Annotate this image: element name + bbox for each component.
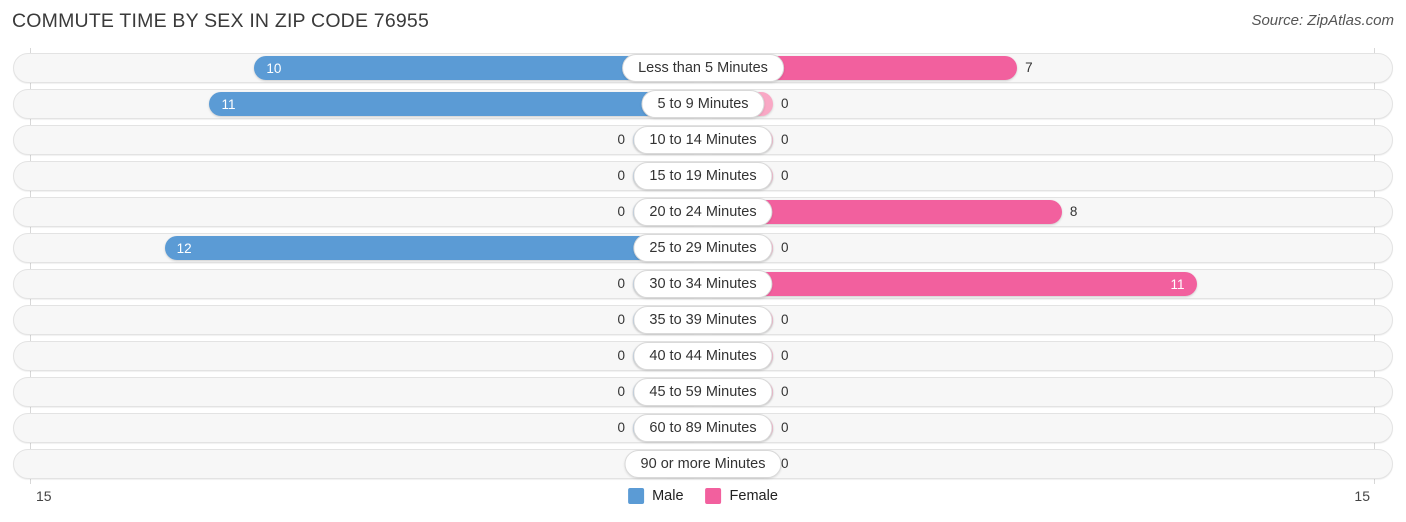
bar-value-female: 0 (781, 168, 789, 183)
bar-value-female: 0 (781, 132, 789, 147)
bar-value-male: 0 (617, 384, 625, 399)
bar-row[interactable]: 0 0 60 to 89 Minutes (13, 413, 1393, 443)
chart-page: COMMUTE TIME BY SEX IN ZIP CODE 76955 So… (0, 0, 1406, 522)
axis-tick-left: 15 (36, 488, 52, 504)
bar-value-female: 7 (1025, 60, 1033, 75)
chart-plot-area: 10 7 Less than 5 Minutes 11 0 5 to 9 Minutes 0… (0, 48, 1406, 484)
bar-value-male: 0 (617, 276, 625, 291)
bar-row[interactable]: 0 0 40 to 44 Minutes (13, 341, 1393, 371)
bar-row[interactable]: 0 0 10 to 14 Minutes (13, 125, 1393, 155)
legend-swatch-female-icon (705, 488, 722, 504)
bar-value-female: 0 (781, 420, 789, 435)
category-label: 45 to 59 Minutes (633, 378, 773, 406)
bar-row[interactable]: 1090 or more Minutes (13, 449, 1393, 479)
bar-value-female: 0 (781, 240, 789, 255)
bar-value-female: 0 (781, 384, 789, 399)
category-label: Less than 5 Minutes (622, 54, 784, 82)
bar-value-male: 0 (617, 168, 625, 183)
bar-value-female: 0 (781, 348, 789, 363)
category-label: 15 to 19 Minutes (633, 162, 773, 190)
axis-tick-right: 15 (1354, 488, 1370, 504)
legend-label-female: Female (729, 488, 778, 504)
bar-row[interactable]: 10 7 Less than 5 Minutes (13, 53, 1393, 83)
bar-male[interactable]: 12 (164, 236, 703, 260)
bar-row[interactable]: 0 8 20 to 24 Minutes (13, 197, 1393, 227)
category-label: 40 to 44 Minutes (633, 342, 773, 370)
chart-legend: Male Female (628, 488, 778, 504)
bar-value-male: 0 (617, 204, 625, 219)
category-label: 25 to 29 Minutes (633, 234, 773, 262)
legend-swatch-male-icon (628, 488, 645, 504)
legend-item-female[interactable]: Female (705, 488, 778, 504)
category-label: 90 or more Minutes (624, 450, 782, 478)
bar-row[interactable]: 0 0 45 to 59 Minutes (13, 377, 1393, 407)
bar-row[interactable]: 0 0 15 to 19 Minutes (13, 161, 1393, 191)
bar-value-male: 10 (266, 60, 282, 76)
category-label: 30 to 34 Minutes (633, 270, 773, 298)
category-label: 60 to 89 Minutes (633, 414, 773, 442)
category-label: 10 to 14 Minutes (633, 126, 773, 154)
bar-female[interactable]: 11 (703, 272, 1197, 296)
bar-row[interactable]: 0 0 35 to 39 Minutes (13, 305, 1393, 335)
bar-male[interactable]: 11 (209, 92, 703, 116)
source-attribution: Source: ZipAtlas.com (1251, 12, 1394, 29)
bar-value-female: 11 (1170, 276, 1185, 292)
page-title: COMMUTE TIME BY SEX IN ZIP CODE 76955 (12, 10, 430, 32)
category-label: 20 to 24 Minutes (633, 198, 773, 226)
bar-row[interactable]: 0 11 30 to 34 Minutes (13, 269, 1393, 299)
category-label: 35 to 39 Minutes (633, 306, 773, 334)
bar-value-female: 0 (781, 456, 789, 471)
bar-row[interactable]: 11 0 5 to 9 Minutes (13, 89, 1393, 119)
bar-value-male: 0 (617, 312, 625, 327)
bar-value-male: 11 (221, 96, 236, 112)
bar-value-male: 0 (617, 132, 625, 147)
legend-label-male: Male (652, 488, 684, 504)
bar-value-female: 0 (781, 312, 789, 327)
category-label: 5 to 9 Minutes (641, 90, 765, 118)
chart-footer: 15 15 Male Female (0, 484, 1406, 522)
bar-value-female: 0 (781, 96, 789, 111)
bar-value-male: 0 (617, 420, 625, 435)
bar-value-male: 12 (176, 240, 192, 256)
legend-item-male[interactable]: Male (628, 488, 684, 504)
bar-value-female: 8 (1069, 204, 1078, 219)
bar-row[interactable]: 12 0 25 to 29 Minutes (13, 233, 1393, 263)
bar-value-male: 0 (617, 348, 625, 363)
